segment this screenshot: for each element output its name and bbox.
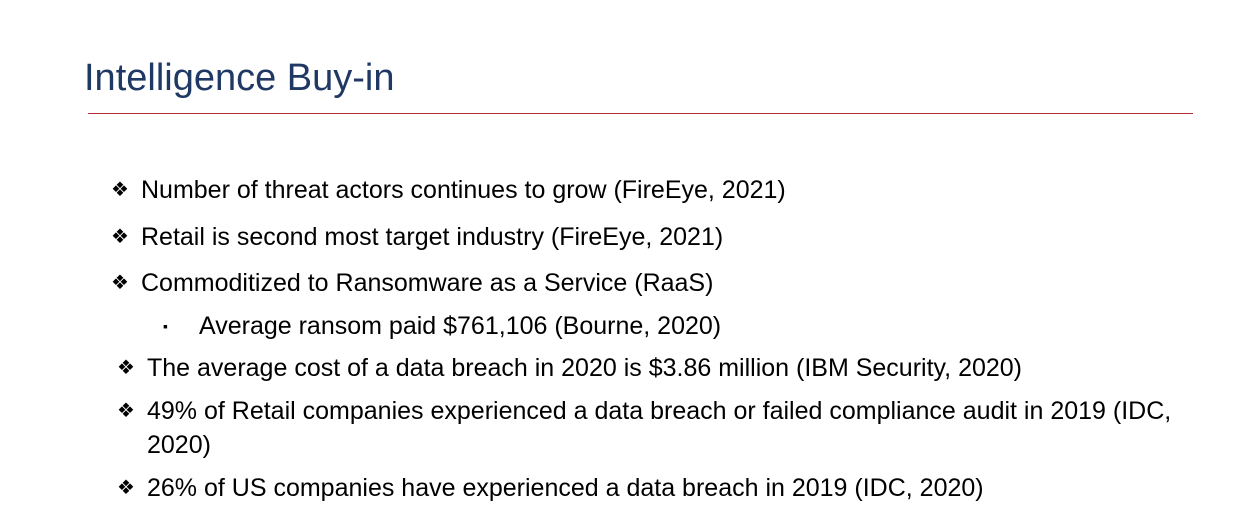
sub-bullet-item: ▪ Average ransom paid $761,106 (Bourne, … (163, 309, 721, 343)
diamond-bullet-icon: ❖ (111, 179, 129, 201)
bullet-text: The average cost of a data breach in 202… (147, 354, 1023, 382)
bullet-text: 49% of Retail companies experienced a da… (147, 397, 1172, 459)
bullet-text: 26% of US companies have experienced a d… (147, 474, 984, 502)
slide: Intelligence Buy-in ❖ Number of threat a… (0, 0, 1247, 512)
diamond-bullet-icon: ❖ (111, 272, 129, 294)
bullet-text: Commoditized to Ransomware as a Service … (141, 269, 714, 297)
bullet-item: ❖ The average cost of a data breach in 2… (117, 351, 1022, 385)
bullet-list: ❖ Number of threat actors continues to g… (0, 0, 1247, 512)
bullet-item: ❖ 26% of US companies have experienced a… (117, 471, 984, 505)
sub-bullet-text: Average ransom paid $761,106 (Bourne, 20… (199, 312, 722, 340)
bullet-text: Number of threat actors continues to gro… (141, 176, 786, 204)
diamond-bullet-icon: ❖ (117, 477, 135, 499)
bullet-item: ❖ Commoditized to Ransomware as a Servic… (111, 266, 713, 300)
bullet-item: ❖ 49% of Retail companies experienced a … (117, 394, 1207, 462)
bullet-item: ❖ Number of threat actors continues to g… (111, 173, 786, 207)
square-bullet-icon: ▪ (163, 318, 168, 334)
diamond-bullet-icon: ❖ (111, 226, 129, 248)
bullet-item: ❖ Retail is second most target industry … (111, 220, 723, 254)
diamond-bullet-icon: ❖ (117, 400, 135, 422)
bullet-text: Retail is second most target industry (F… (141, 223, 724, 251)
diamond-bullet-icon: ❖ (117, 357, 135, 379)
